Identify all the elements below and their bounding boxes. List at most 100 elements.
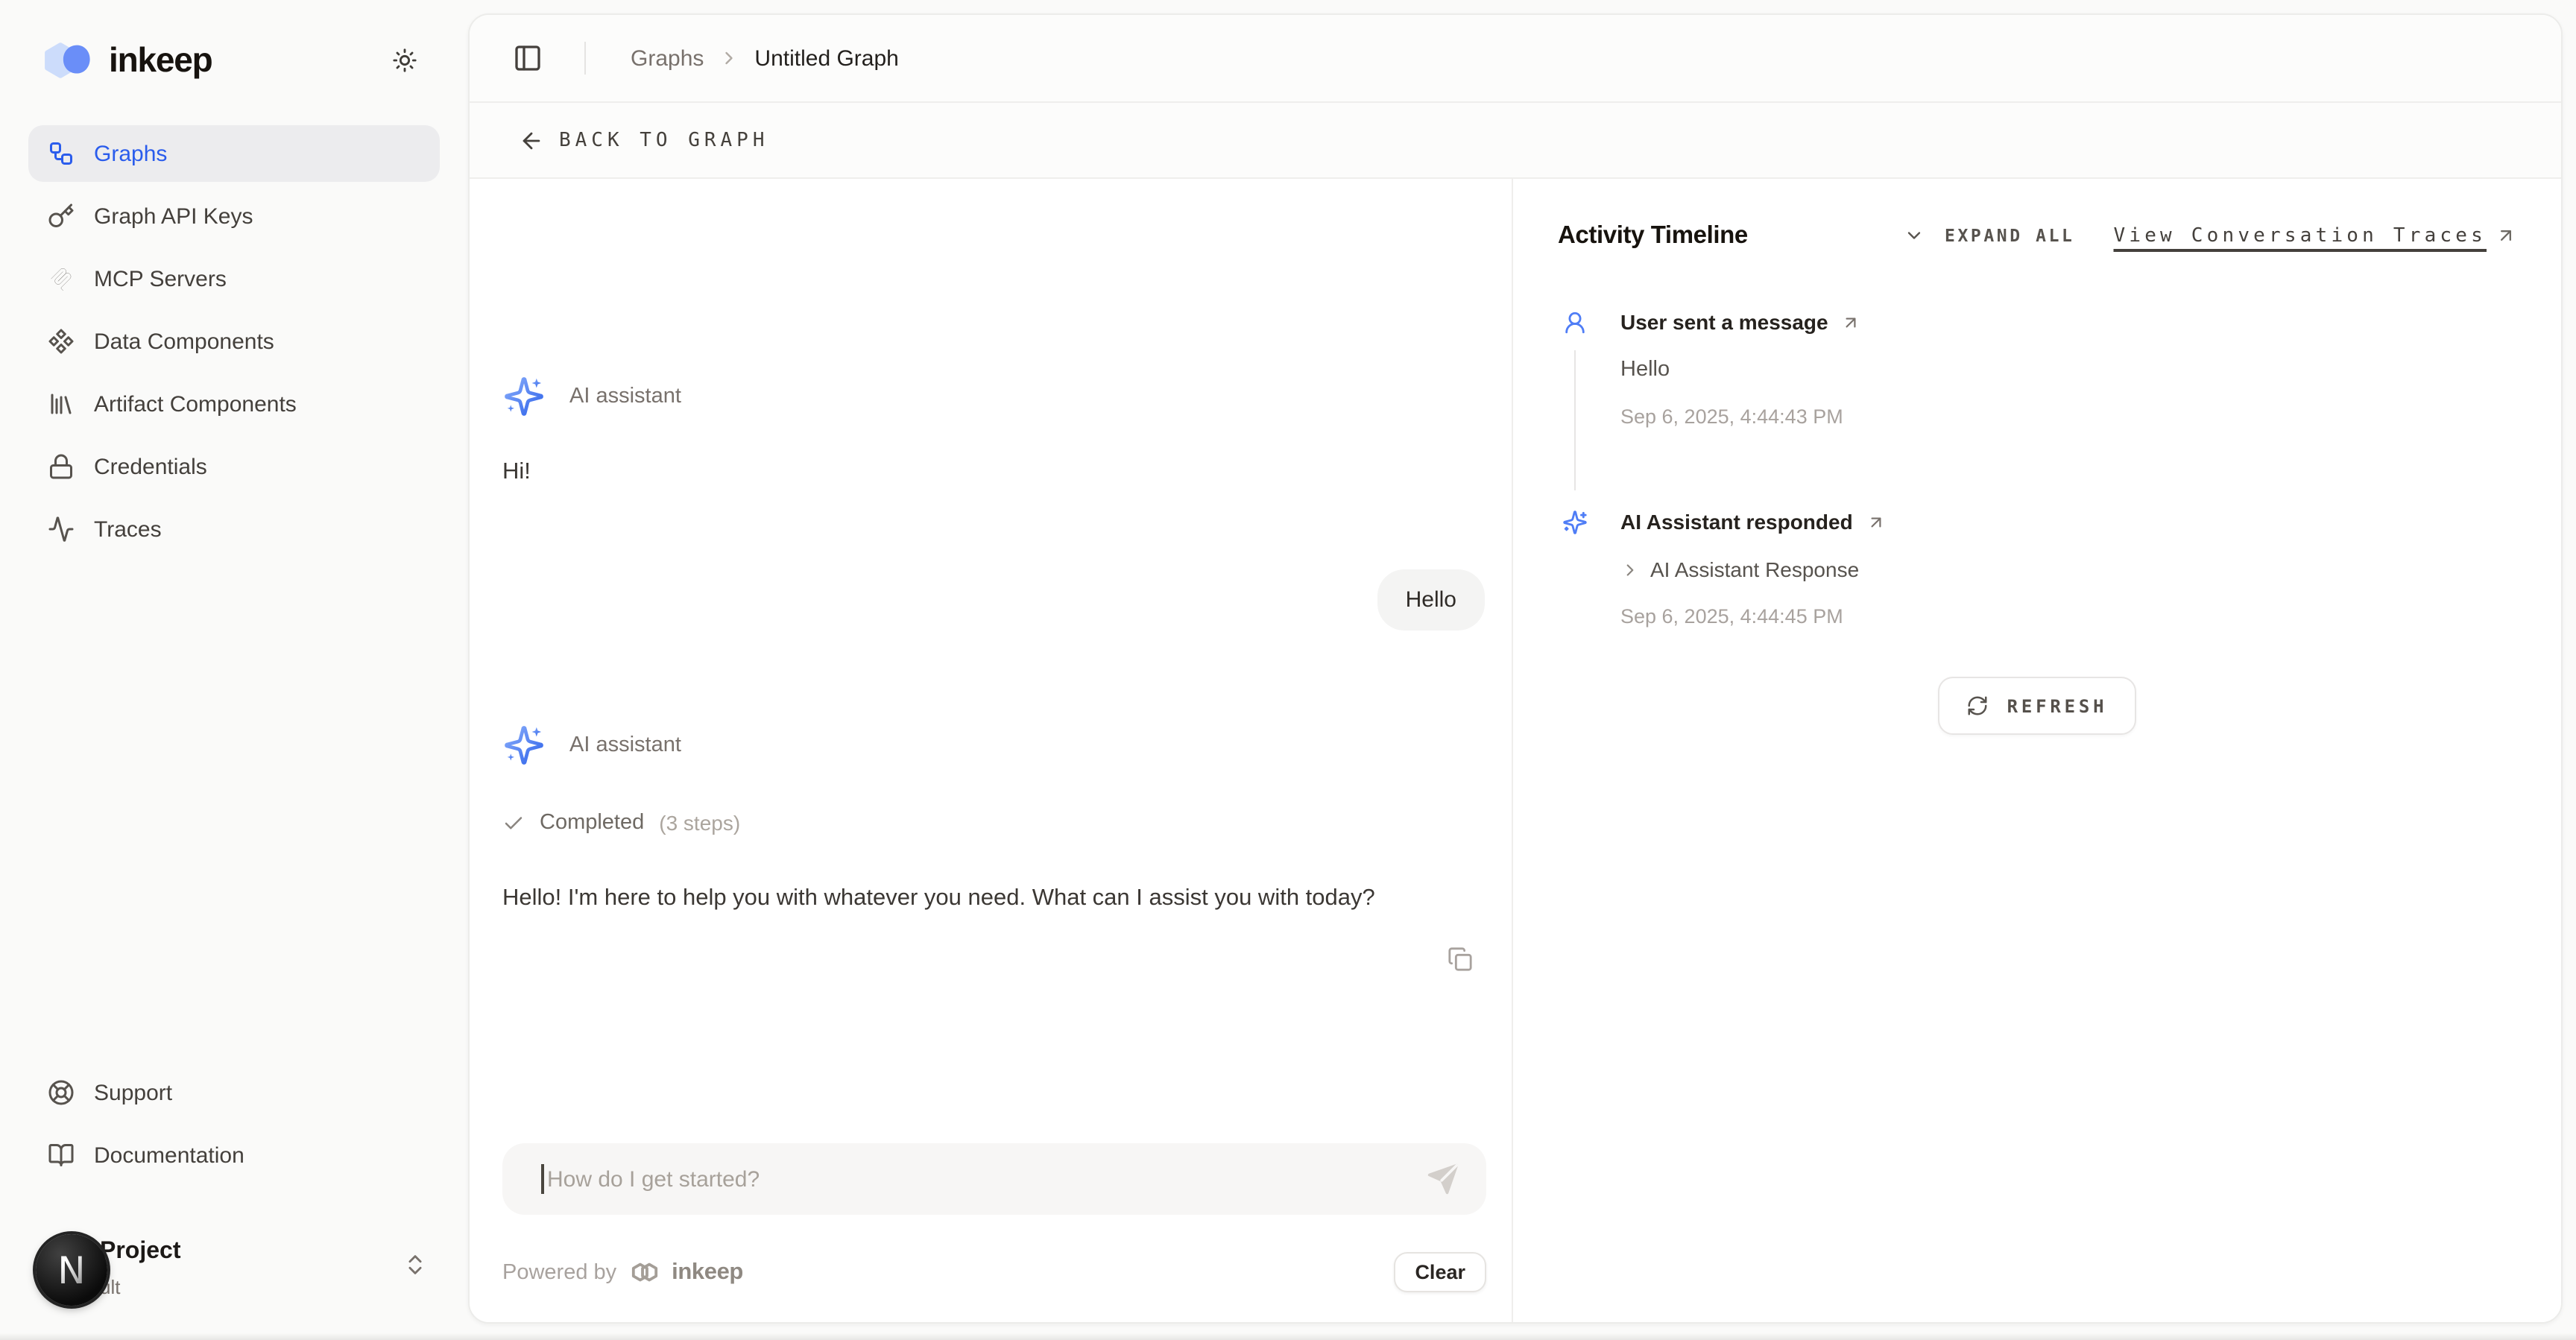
- powered-brand: inkeep: [672, 1259, 743, 1286]
- sidebar-item-support[interactable]: Support: [28, 1064, 440, 1121]
- chevron-right-icon: [719, 48, 739, 69]
- breadcrumb-graphs[interactable]: Graphs: [631, 45, 704, 71]
- check-icon: [502, 812, 525, 834]
- arrow-left-icon: [519, 127, 544, 153]
- timeline-header: Activity Timeline EXPAND ALL View Conver…: [1558, 215, 2516, 256]
- event-body: Hello: [1620, 355, 2516, 385]
- expand-all-button[interactable]: EXPAND ALL: [1945, 225, 2075, 246]
- main-content: Graphs Untitled Graph BACK TO GRAPH: [468, 13, 2563, 1324]
- sidebar-item-label: Credentials: [94, 454, 207, 479]
- chevrons-up-down-icon[interactable]: [402, 1252, 428, 1277]
- sidebar-item-label: Artifact Components: [94, 391, 297, 417]
- project-subtitle: ult: [100, 1277, 181, 1297]
- assistant-message: Hello! I'm here to help you with whateve…: [502, 879, 1389, 917]
- event-title-link[interactable]: User sent a message: [1620, 309, 2516, 335]
- refresh-icon: [1967, 695, 1989, 717]
- project-switcher[interactable]: N Project ult: [28, 1233, 440, 1307]
- refresh-button[interactable]: REFRESH: [1939, 677, 2136, 735]
- chevron-right-icon: [1620, 560, 1640, 579]
- sidebar-item-artifact-components[interactable]: Artifact Components: [28, 376, 440, 432]
- message-actions: [502, 946, 1473, 972]
- sidebar-nav: Graphs Graph API Keys MCP Servers Data C…: [28, 125, 440, 557]
- back-to-graph-button[interactable]: BACK TO GRAPH: [470, 103, 2561, 179]
- app-window: inkeep Graphs Graph API Keys MCP Servers…: [0, 0, 2576, 1340]
- inkeep-logo-icon: [42, 37, 95, 83]
- sidebar-item-credentials[interactable]: Credentials: [28, 438, 440, 495]
- topbar: Graphs Untitled Graph: [470, 15, 2561, 103]
- view-traces-label: View Conversation Traces: [2114, 224, 2487, 247]
- sparkles-icon: [1562, 510, 1588, 535]
- chat-messages: AI assistant Hi! Hello AI assistant: [502, 179, 1485, 1143]
- activity-timeline-panel: Activity Timeline EXPAND ALL View Conver…: [1513, 179, 2561, 1322]
- project-info: Project ult: [100, 1237, 181, 1297]
- sidebar-item-graph-api-keys[interactable]: Graph API Keys: [28, 188, 440, 244]
- refresh-container: REFRESH: [1558, 677, 2516, 735]
- copy-icon: [1448, 946, 1473, 972]
- sidebar-item-label: Data Components: [94, 329, 274, 354]
- lock-icon: [48, 453, 75, 480]
- workflow-icon: [48, 140, 75, 167]
- sparkles-icon: [502, 724, 546, 766]
- sidebar-item-label: Support: [94, 1080, 172, 1105]
- sidebar-item-data-components[interactable]: Data Components: [28, 313, 440, 370]
- event-expand-toggle[interactable]: AI Assistant Response: [1620, 554, 2516, 584]
- timeline-actions: EXPAND ALL View Conversation Traces: [1903, 224, 2516, 247]
- sidebar-item-label: Graph API Keys: [94, 203, 253, 229]
- sidebar: inkeep Graphs Graph API Keys MCP Servers…: [0, 0, 468, 1340]
- arrow-up-right-icon: [2496, 225, 2516, 246]
- sparkles-icon: [502, 376, 546, 417]
- send-button[interactable]: [1427, 1163, 1459, 1195]
- collapse-toggle-button[interactable]: [1903, 225, 1924, 246]
- timeline-title: Activity Timeline: [1558, 221, 1748, 250]
- book-open-icon: [48, 1142, 75, 1169]
- inkeep-logo: inkeep: [42, 37, 212, 83]
- breadcrumb-current: Untitled Graph: [754, 45, 898, 71]
- timeline-event-user-message: User sent a message Hello Sep 6, 2025, 4…: [1558, 309, 2516, 431]
- sidebar-item-graphs[interactable]: Graphs: [28, 125, 440, 182]
- sidebar-item-label: MCP Servers: [94, 266, 227, 291]
- powered-by-link[interactable]: Powered by inkeep: [502, 1257, 743, 1288]
- panel-left-icon: [513, 43, 543, 73]
- sidebar-spacer: [28, 557, 440, 1064]
- chat-input[interactable]: [502, 1166, 1486, 1192]
- sidebar-item-traces[interactable]: Traces: [28, 501, 440, 557]
- key-round-icon: [48, 203, 75, 230]
- refresh-label: REFRESH: [2007, 695, 2108, 716]
- component-icon: [48, 328, 75, 355]
- copy-button[interactable]: [1448, 946, 1473, 972]
- event-title-link[interactable]: AI Assistant responded: [1620, 508, 2516, 535]
- sidebar-item-documentation[interactable]: Documentation: [28, 1127, 440, 1183]
- sidebar-toggle-button[interactable]: [513, 43, 543, 73]
- chat-panel: AI assistant Hi! Hello AI assistant: [470, 179, 1513, 1322]
- send-icon: [1427, 1163, 1459, 1195]
- sidebar-item-label: Documentation: [94, 1143, 244, 1168]
- event-title: User sent a message: [1620, 310, 1828, 334]
- theme-toggle-button[interactable]: [380, 36, 428, 83]
- project-name: Project: [100, 1237, 181, 1267]
- event-title: AI Assistant responded: [1620, 510, 1853, 534]
- sidebar-footer-nav: Support Documentation: [28, 1064, 440, 1183]
- arrow-up-right-icon: [1866, 512, 1886, 531]
- arrow-up-right-icon: [1842, 312, 1861, 332]
- assistant-header: AI assistant: [502, 376, 1485, 417]
- chat-composer: [502, 1143, 1486, 1215]
- assistant-header: AI assistant: [502, 724, 1485, 766]
- sidebar-item-label: Traces: [94, 516, 162, 542]
- status-label: Completed: [540, 811, 644, 835]
- user-round-icon: [1562, 310, 1588, 335]
- sidebar-item-mcp-servers[interactable]: MCP Servers: [28, 250, 440, 307]
- chat-footer: Powered by inkeep Clear: [502, 1252, 1486, 1292]
- timeline-event-assistant-response: AI Assistant responded AI Assistant Resp…: [1558, 508, 2516, 631]
- activity-icon: [48, 516, 75, 543]
- assistant-label: AI assistant: [569, 385, 681, 408]
- content-split: AI assistant Hi! Hello AI assistant: [470, 179, 2561, 1322]
- assistant-message: Hi!: [502, 459, 1485, 486]
- back-to-graph-label: BACK TO GRAPH: [559, 129, 769, 151]
- nextjs-dev-badge[interactable]: N: [36, 1234, 107, 1306]
- inkeep-mark-icon: [628, 1257, 660, 1288]
- clear-button[interactable]: Clear: [1394, 1252, 1486, 1292]
- sidebar-header: inkeep: [28, 30, 440, 89]
- user-message-bubble: Hello: [1377, 569, 1485, 631]
- completion-status[interactable]: Completed (3 steps): [502, 811, 1485, 835]
- view-conversation-traces-link[interactable]: View Conversation Traces: [2114, 224, 2517, 247]
